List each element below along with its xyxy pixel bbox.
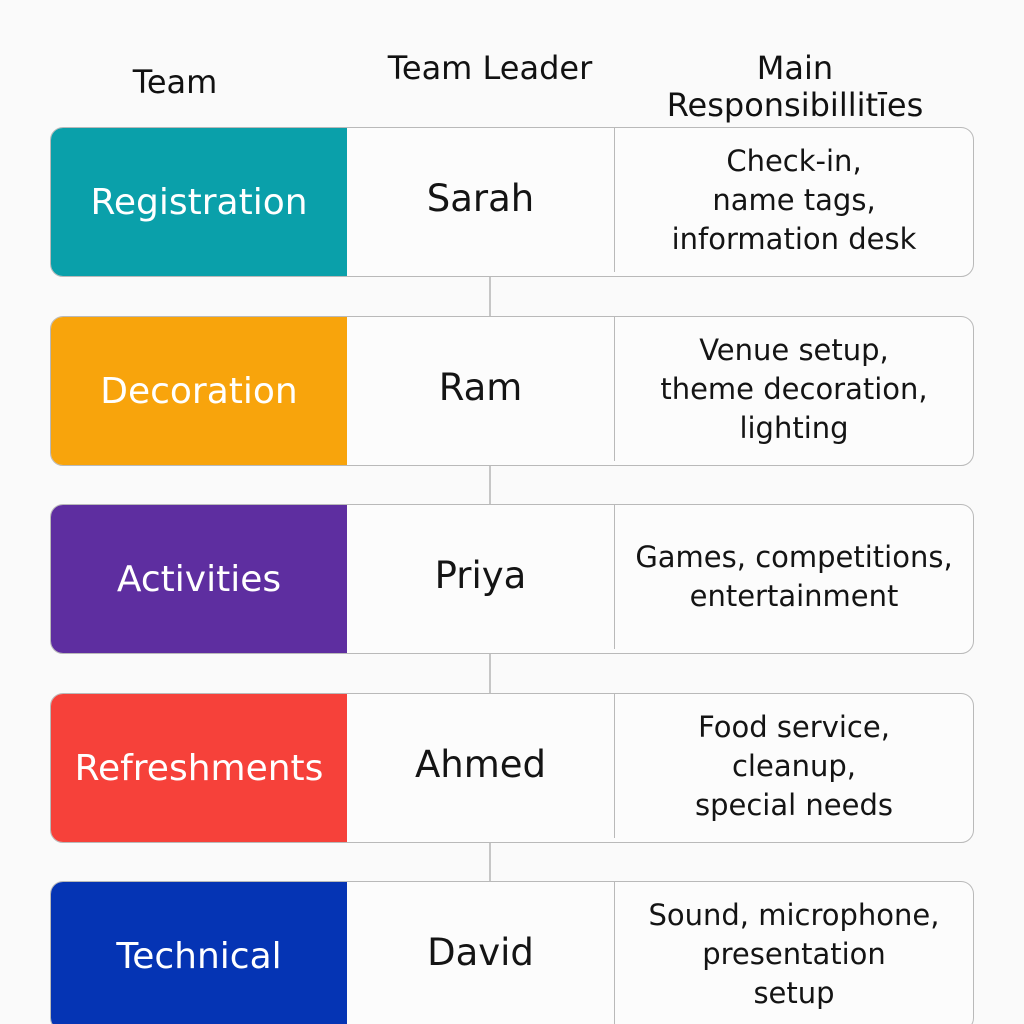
- responsibilities-cell: Sound, microphone, presentation setup: [615, 882, 973, 1024]
- leader-cell: Priya: [347, 505, 615, 649]
- responsibility-line: Venue setup,: [699, 332, 889, 367]
- header-team-leader: Team Leader: [387, 49, 593, 87]
- responsibility-line: setup: [753, 975, 835, 1010]
- header-main-responsibilities: Main Responsibillitīes: [640, 50, 950, 124]
- responsibility-line: cleanup,: [731, 748, 856, 783]
- team-responsibility-diagram: Team Team Leader Main Responsibillitīes …: [0, 0, 1024, 1024]
- responsibility-line: Games, competitions,: [635, 540, 953, 574]
- responsibility-line: name tags,: [712, 182, 876, 217]
- responsibility-line: Check-in,: [726, 143, 862, 178]
- header-responsibilities-line2: Responsibillitīes: [666, 86, 924, 124]
- responsibility-line: Sound, microphone,: [648, 897, 940, 932]
- responsibility-line: theme decoration,: [660, 371, 928, 406]
- header-team: Team: [132, 63, 218, 101]
- leader-cell: Sarah: [347, 128, 615, 272]
- responsibility-line: presentation: [702, 936, 886, 971]
- responsibilities-cell: Venue setup, theme decoration, lighting: [615, 317, 973, 465]
- responsibility-line: entertainment: [689, 579, 899, 613]
- team-cell: Activities: [51, 505, 347, 653]
- responsibility-line: special needs: [695, 787, 893, 822]
- header-responsibilities-line1: Main: [756, 49, 834, 87]
- team-row-decoration: Decoration Ram Venue setup, theme decora…: [50, 316, 974, 466]
- team-row-registration: Registration Sarah Check-in, name tags, …: [50, 127, 974, 277]
- team-cell: Technical: [51, 882, 347, 1024]
- responsibility-line: Food service,: [698, 709, 890, 744]
- team-row-technical: Technical David Sound, microphone, prese…: [50, 881, 974, 1024]
- team-cell: Registration: [51, 128, 347, 276]
- team-row-activities: Activities Priya Games, competitions, en…: [50, 504, 974, 654]
- responsibilities-cell: Check-in, name tags, information desk: [615, 128, 973, 276]
- responsibility-line: lighting: [739, 410, 849, 445]
- responsibilities-cell: Games, competitions, entertainment: [615, 505, 973, 653]
- leader-cell: Ram: [347, 317, 615, 461]
- leader-cell: Ahmed: [347, 694, 615, 838]
- team-cell: Decoration: [51, 317, 347, 465]
- leader-cell: David: [347, 882, 615, 1024]
- team-cell: Refreshments: [51, 694, 347, 842]
- responsibilities-cell: Food service, cleanup, special needs: [615, 694, 973, 842]
- team-row-refreshments: Refreshments Ahmed Food service, cleanup…: [50, 693, 974, 843]
- responsibility-line: information desk: [671, 221, 917, 256]
